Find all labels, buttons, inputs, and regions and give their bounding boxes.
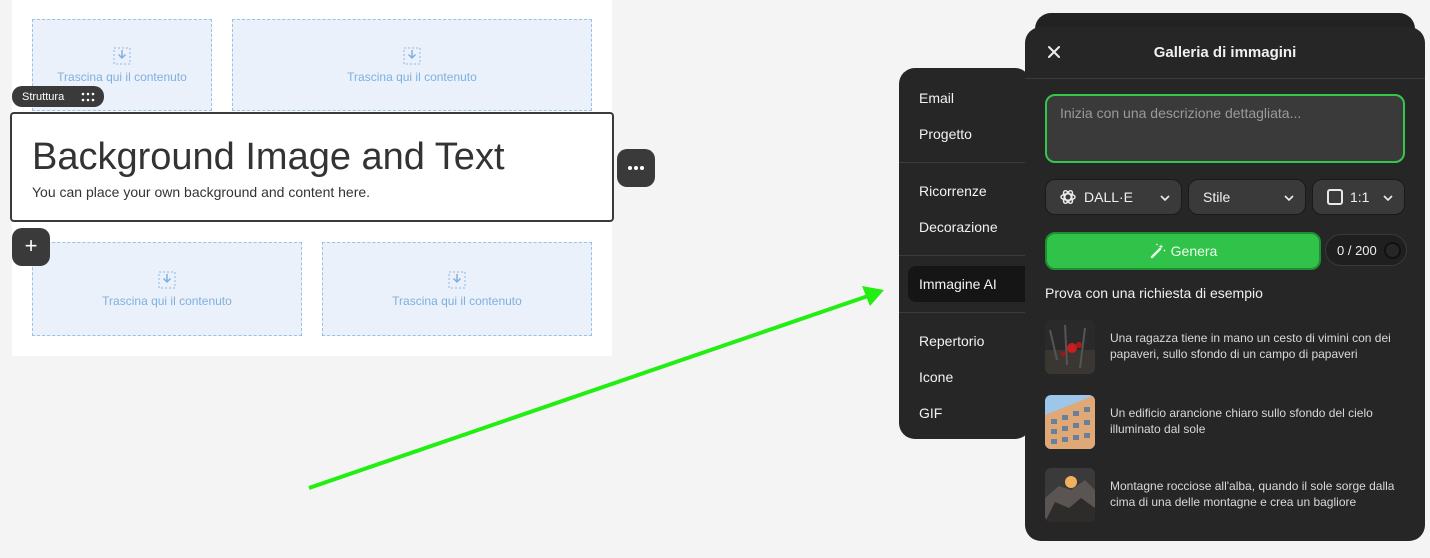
- dropzone-label: Trascina qui il contenuto: [347, 69, 477, 84]
- dropzone[interactable]: Trascina qui il contenuto: [32, 242, 302, 336]
- background-image-text-block[interactable]: Background Image and Text You can place …: [10, 112, 614, 222]
- prompt-placeholder: Inizia con una descrizione dettagliata..…: [1060, 105, 1302, 121]
- magic-wand-icon: [1149, 242, 1167, 260]
- counter-value: 0 / 200: [1337, 242, 1377, 258]
- openai-icon: [1058, 187, 1078, 207]
- menu-divider: [899, 255, 1031, 256]
- menu-divider: [899, 312, 1031, 313]
- example-text: Una ragazza tiene in mano un cesto di vi…: [1110, 331, 1391, 361]
- example-prompt[interactable]: Montagne rocciose all'alba, quando il so…: [1045, 468, 1405, 522]
- example-prompt[interactable]: Un edificio arancione chiaro sullo sfond…: [1045, 395, 1405, 449]
- image-gallery-panel: Galleria di immagini Inizia con una desc…: [1025, 27, 1425, 541]
- example-thumbnail-mountains: [1045, 468, 1095, 522]
- panel-header: Galleria di immagini: [1025, 27, 1425, 79]
- model-label: DALL·E: [1084, 189, 1134, 205]
- structure-badge[interactable]: Struttura: [12, 86, 104, 107]
- drag-handle-icon[interactable]: [81, 92, 95, 102]
- generate-row: Genera 0 / 200: [1045, 232, 1407, 270]
- dropzone-label: Trascina qui il contenuto: [102, 293, 232, 308]
- more-options-button[interactable]: [617, 149, 655, 187]
- ellipsis-icon: [628, 166, 644, 170]
- example-thumbnail-poppies: [1045, 320, 1095, 374]
- menu-item-progetto[interactable]: Progetto: [899, 116, 1031, 152]
- chevron-down-icon: [1283, 192, 1295, 204]
- add-block-button[interactable]: +: [12, 228, 50, 266]
- example-prompt[interactable]: Una ragazza tiene in mano un cesto di vi…: [1045, 320, 1405, 374]
- example-text: Montagne rocciose all'alba, quando il so…: [1110, 479, 1395, 509]
- download-icon: [448, 271, 466, 289]
- menu-item-decorazione[interactable]: Decorazione: [899, 209, 1031, 245]
- example-text: Un edificio arancione chiaro sullo sfond…: [1110, 406, 1373, 436]
- structure-label: Struttura: [22, 90, 65, 103]
- dropzone[interactable]: Trascina qui il contenuto: [232, 19, 592, 111]
- panel-title: Galleria di immagini: [1153, 44, 1297, 61]
- content-side-menu: Email Progetto Ricorrenze Decorazione Im…: [899, 68, 1039, 439]
- square-ratio-icon: [1327, 189, 1343, 205]
- menu-item-repertorio[interactable]: Repertorio: [899, 323, 1031, 359]
- generate-button[interactable]: Genera: [1045, 232, 1321, 270]
- download-icon: [403, 47, 421, 65]
- generate-label: Genera: [1170, 243, 1218, 259]
- plus-icon: +: [24, 233, 38, 258]
- generation-controls: DALL·E Stile 1:1: [1045, 179, 1405, 217]
- progress-ring-icon: [1384, 242, 1401, 259]
- download-icon: [113, 47, 131, 65]
- menu-item-ricorrenze[interactable]: Ricorrenze: [899, 173, 1031, 209]
- menu-item-email[interactable]: Email: [899, 80, 1031, 116]
- block-subtext[interactable]: You can place your own background and co…: [32, 184, 370, 200]
- menu-item-gif[interactable]: GIF: [899, 395, 1031, 431]
- example-thumbnail-building: [1045, 395, 1095, 449]
- chevron-down-icon: [1382, 192, 1394, 204]
- examples-heading: Prova con una richiesta di esempio: [1045, 285, 1263, 301]
- prompt-input[interactable]: Inizia con una descrizione dettagliata..…: [1045, 94, 1405, 163]
- style-select[interactable]: Stile: [1188, 179, 1306, 215]
- dropzone-label: Trascina qui il contenuto: [392, 293, 522, 308]
- credit-counter: 0 / 200: [1325, 234, 1407, 266]
- menu-item-immagine-ai[interactable]: Immagine AI: [908, 266, 1039, 302]
- model-select[interactable]: DALL·E: [1045, 179, 1182, 215]
- block-headline[interactable]: Background Image and Text: [32, 136, 505, 179]
- style-label: Stile: [1203, 189, 1231, 205]
- chevron-down-icon: [1159, 192, 1171, 204]
- dropzone-label: Trascina qui il contenuto: [57, 69, 187, 84]
- aspect-ratio-select[interactable]: 1:1: [1312, 179, 1405, 215]
- ratio-label: 1:1: [1350, 189, 1370, 205]
- menu-item-icone[interactable]: Icone: [899, 359, 1031, 395]
- dropzone[interactable]: Trascina qui il contenuto: [322, 242, 592, 336]
- menu-divider: [899, 162, 1031, 163]
- close-icon[interactable]: [1045, 43, 1063, 61]
- download-icon: [158, 271, 176, 289]
